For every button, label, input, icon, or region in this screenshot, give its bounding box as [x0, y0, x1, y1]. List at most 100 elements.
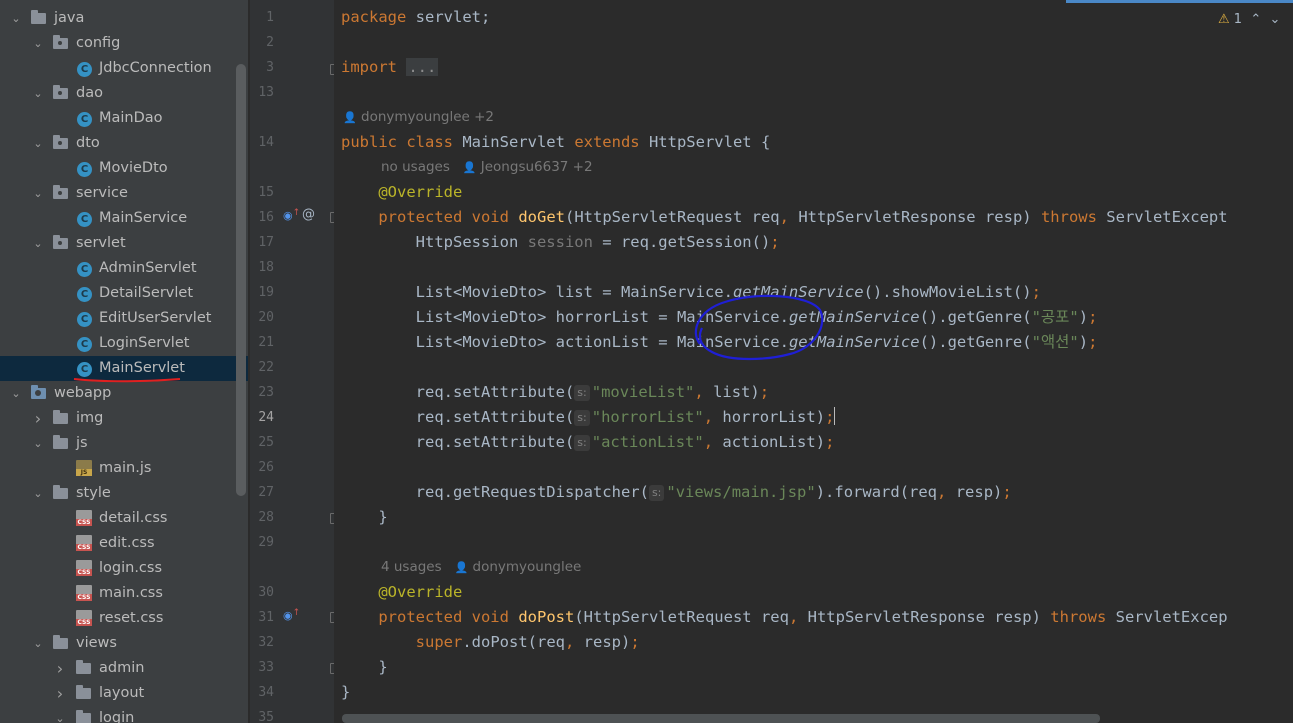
code-line-34: } — [341, 683, 351, 701]
inspection-widget[interactable]: ⚠ 1 ⌃ ⌄ — [1218, 12, 1280, 27]
tree-item-dto[interactable]: ⌄ dto — [0, 131, 248, 156]
line-number: 21 — [258, 335, 274, 350]
class-icon: C — [77, 156, 92, 181]
tree-item-edituserservlet[interactable]: C EditUserServlet — [0, 306, 248, 331]
line-number: 1 — [266, 10, 274, 25]
tree-scrollbar[interactable] — [236, 64, 246, 496]
line-number: 17 — [258, 235, 274, 250]
tree-item-admin[interactable]: › admin — [0, 656, 248, 681]
dopost-usages-hint[interactable]: 4 usages 👤 donymyounglee — [381, 555, 581, 580]
tree-item-label: layout — [99, 685, 145, 701]
expand-arrow-icon[interactable]: ⌄ — [31, 31, 45, 56]
tree-item-style[interactable]: ⌄ style — [0, 481, 248, 506]
tree-item-layout[interactable]: › layout — [0, 681, 248, 706]
tree-item-label: service — [76, 185, 128, 201]
class-icon: C — [77, 281, 92, 306]
tree-item-label: img — [76, 410, 104, 426]
code-line-14: public class MainServlet extends HttpSer… — [341, 133, 771, 151]
line-number: 22 — [258, 360, 274, 375]
collapse-arrow-icon[interactable]: › — [31, 406, 45, 431]
chevron-up-icon[interactable]: ⌃ — [1250, 12, 1261, 27]
code-line-17: HttpSession session = req.getSession(); — [415, 233, 780, 251]
tree-item-login-css[interactable]: CSS login.css — [0, 556, 248, 581]
param-hint: s: — [574, 385, 590, 401]
class-icon: C — [77, 106, 92, 131]
code-line-16: protected void doGet(HttpServletRequest … — [378, 208, 1228, 226]
tree-item-login[interactable]: ⌄ login — [0, 706, 248, 723]
tree-item-adminservlet[interactable]: C AdminServlet — [0, 256, 248, 281]
tree-item-label: main.css — [99, 585, 163, 601]
class-author-hint[interactable]: 👤 donymyounglee +2 — [343, 105, 494, 130]
tree-item-label: detail.css — [99, 510, 168, 526]
tree-item-edit-css[interactable]: CSS edit.css — [0, 531, 248, 556]
tree-item-service[interactable]: ⌄ service — [0, 181, 248, 206]
folder-icon — [76, 656, 91, 681]
line-number: 31 — [258, 610, 274, 625]
css-file-icon: CSS — [76, 506, 92, 531]
override-marker-icon[interactable]: ◉↑ — [283, 208, 300, 222]
web-annotation-icon[interactable]: @ — [302, 207, 315, 222]
expand-arrow-icon[interactable]: ⌄ — [31, 431, 45, 456]
tree-item-webapp[interactable]: ⌄ webapp — [0, 381, 248, 406]
tree-item-config[interactable]: ⌄ config — [0, 31, 248, 56]
horizontal-scrollbar[interactable] — [342, 714, 1100, 723]
expand-arrow-icon[interactable]: ⌄ — [31, 231, 45, 256]
chevron-down-icon[interactable]: ⌄ — [1270, 12, 1281, 27]
tree-item-mainservice[interactable]: C MainService — [0, 206, 248, 231]
line-number-current: 24 — [258, 410, 274, 425]
expand-arrow-icon[interactable]: ⌄ — [9, 381, 23, 406]
tree-item-main-css[interactable]: CSS main.css — [0, 581, 248, 606]
tree-item-loginservlet[interactable]: C LoginServlet — [0, 331, 248, 356]
tree-item-js[interactable]: ⌄ js — [0, 431, 248, 456]
line-number: 28 — [258, 510, 274, 525]
package-icon — [53, 31, 68, 56]
expand-arrow-icon[interactable]: ⌄ — [31, 81, 45, 106]
tree-item-detailservlet[interactable]: C DetailServlet — [0, 281, 248, 306]
expand-arrow-icon[interactable]: ⌄ — [31, 181, 45, 206]
line-number: 20 — [258, 310, 274, 325]
tree-item-dao[interactable]: ⌄ dao — [0, 81, 248, 106]
tree-item-main-js[interactable]: JS main.js — [0, 456, 248, 481]
expand-arrow-icon[interactable]: ⌄ — [53, 706, 67, 723]
param-hint: s: — [648, 485, 665, 501]
folder-icon — [31, 6, 46, 31]
code-line-15: @Override — [378, 183, 463, 201]
expand-arrow-icon[interactable]: ⌄ — [31, 131, 45, 156]
tree-item-servlet[interactable]: ⌄ servlet — [0, 231, 248, 256]
package-icon — [53, 181, 68, 206]
tree-item-label: views — [76, 635, 117, 651]
folder-icon — [53, 431, 68, 456]
css-file-icon: CSS — [76, 606, 92, 631]
hand-drawn-circle-annotation — [694, 294, 824, 361]
tree-item-img[interactable]: › img — [0, 406, 248, 431]
import-fold[interactable]: ... — [406, 58, 439, 76]
tree-item-label: webapp — [54, 385, 112, 401]
user-icon: 👤 — [343, 111, 357, 124]
line-number: 16 — [258, 210, 274, 225]
text-caret — [834, 407, 836, 425]
line-number: 15 — [258, 185, 274, 200]
tree-item-reset-css[interactable]: CSS reset.css — [0, 606, 248, 631]
expand-arrow-icon[interactable]: ⌄ — [31, 481, 45, 506]
collapse-arrow-icon[interactable]: › — [53, 681, 67, 706]
tree-item-detail-css[interactable]: CSS detail.css — [0, 506, 248, 531]
expand-arrow-icon[interactable]: ⌄ — [31, 631, 45, 656]
override-marker-icon[interactable]: ◉↑ — [283, 608, 300, 622]
tree-item-label: AdminServlet — [99, 260, 197, 276]
code-line-1: package servlet; — [341, 8, 491, 26]
collapse-arrow-icon[interactable]: › — [53, 656, 67, 681]
tree-item-moviedto[interactable]: C MovieDto — [0, 156, 248, 181]
tree-item-java[interactable]: ⌄ java — [0, 6, 248, 31]
tree-item-maindao[interactable]: C MainDao — [0, 106, 248, 131]
tree-item-label: EditUserServlet — [99, 310, 212, 326]
doget-usages-hint[interactable]: no usages 👤 Jeongsu6637 +2 — [381, 155, 593, 180]
code-line-3: import ... — [341, 58, 439, 76]
tree-item-jdbcconnection[interactable]: C JdbcConnection — [0, 56, 248, 81]
class-icon: C — [77, 256, 92, 281]
package-icon — [53, 231, 68, 256]
warning-icon: ⚠ — [1218, 12, 1230, 27]
expand-arrow-icon[interactable]: ⌄ — [9, 6, 23, 31]
code-line-28: } — [378, 508, 388, 526]
tree-item-views[interactable]: ⌄ views — [0, 631, 248, 656]
package-icon — [53, 131, 68, 156]
